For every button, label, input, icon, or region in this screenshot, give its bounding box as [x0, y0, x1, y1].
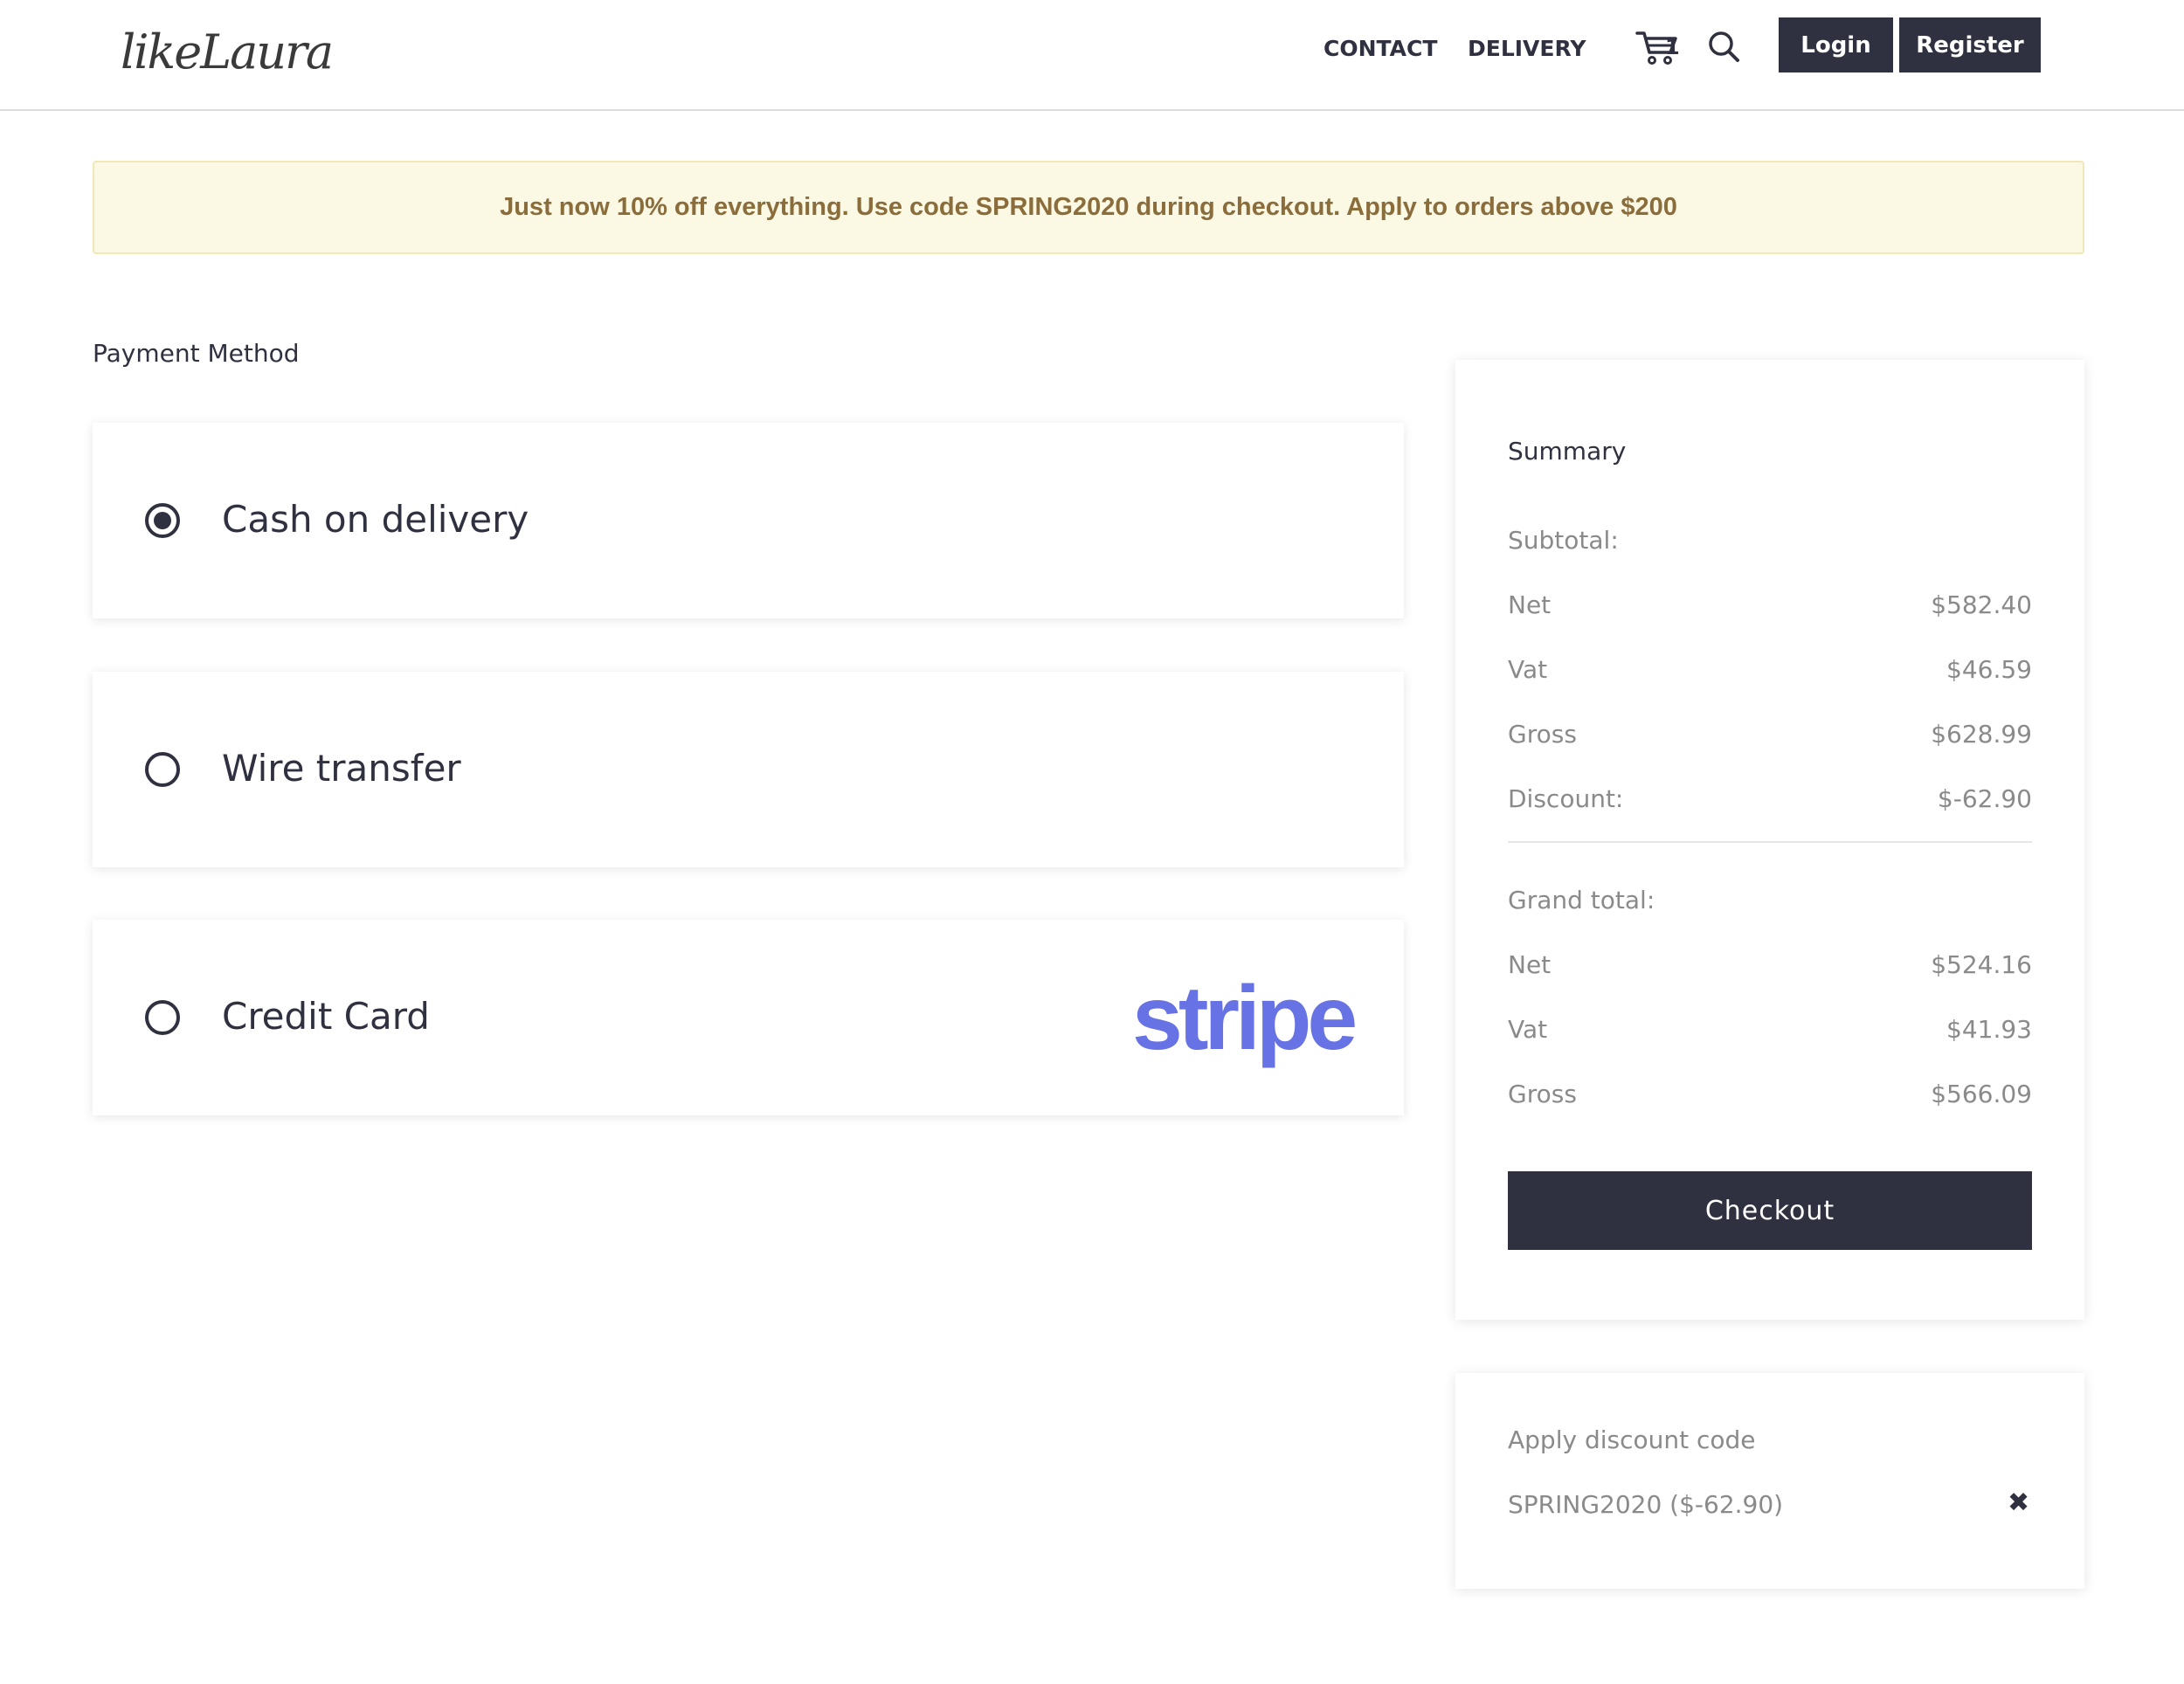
- site-header: likeLaura CONTACT DELIVERY 1 Login Regis…: [0, 0, 2184, 111]
- row-value: $46.59: [1946, 655, 2032, 684]
- applied-discount-code: SPRING2020 ($-62.90): [1508, 1490, 1784, 1519]
- row-label: Net: [1508, 950, 1552, 979]
- row-value: $628.99: [1931, 720, 2032, 749]
- radio-unselected[interactable]: [145, 752, 180, 787]
- row-label: Gross: [1508, 720, 1577, 749]
- payment-option-label: Wire transfer: [222, 747, 461, 790]
- radio-unselected[interactable]: [145, 1000, 180, 1035]
- grand-net-row: Net $524.16: [1508, 950, 2032, 979]
- row-label: Gross: [1508, 1080, 1577, 1108]
- row-label: Vat: [1508, 1015, 1548, 1044]
- grand-gross-row: Gross $566.09: [1508, 1080, 2032, 1108]
- grand-vat-row: Vat $41.93: [1508, 1015, 2032, 1044]
- nav-delivery-link[interactable]: DELIVERY: [1468, 33, 1586, 65]
- row-value: $566.09: [1931, 1080, 2032, 1108]
- discount-title: Apply discount code: [1508, 1425, 1756, 1454]
- payment-option-wire-transfer[interactable]: Wire transfer: [93, 672, 1404, 867]
- search-icon[interactable]: [1707, 30, 1740, 63]
- promo-banner: Just now 10% off everything. Use code SP…: [93, 161, 2084, 254]
- payment-option-credit-card[interactable]: Credit Card stripe: [93, 920, 1404, 1115]
- stripe-logo: stripe: [1132, 968, 1358, 1069]
- row-value: $582.40: [1931, 590, 2032, 619]
- grand-total-heading: Grand total:: [1508, 886, 1655, 914]
- row-value: $-62.90: [1937, 784, 2032, 813]
- summary-title: Summary: [1508, 437, 1627, 466]
- logo[interactable]: likeLaura: [121, 19, 334, 86]
- payment-option-label: Cash on delivery: [222, 498, 529, 541]
- subtotal-heading: Subtotal:: [1508, 526, 1619, 555]
- summary-divider: [1508, 841, 2032, 843]
- subtotal-discount-row: Discount: $-62.90: [1508, 784, 2032, 813]
- row-value: $41.93: [1946, 1015, 2032, 1044]
- subtotal-gross-row: Gross $628.99: [1508, 720, 2032, 749]
- close-icon[interactable]: ✖: [2008, 1488, 2034, 1518]
- row-value: $524.16: [1931, 950, 2032, 979]
- discount-code-card: Apply discount code SPRING2020 ($-62.90)…: [1455, 1373, 2084, 1589]
- row-label: Discount:: [1508, 784, 1624, 813]
- radio-dot: [154, 512, 171, 529]
- cart-count-badge: 1: [1665, 35, 1680, 59]
- payment-method-title: Payment Method: [93, 339, 300, 368]
- radio-selected[interactable]: [145, 503, 180, 538]
- payment-option-label: Credit Card: [222, 995, 430, 1038]
- login-button[interactable]: Login: [1779, 17, 1893, 72]
- subtotal-net-row: Net $582.40: [1508, 590, 2032, 619]
- checkout-button[interactable]: Checkout: [1508, 1171, 2032, 1250]
- order-summary-card: Summary Subtotal: Net $582.40 Vat $46.59…: [1455, 360, 2084, 1320]
- register-button[interactable]: Register: [1899, 17, 2041, 72]
- row-label: Net: [1508, 590, 1552, 619]
- row-label: Vat: [1508, 655, 1548, 684]
- nav-contact-link[interactable]: CONTACT: [1324, 33, 1437, 65]
- subtotal-vat-row: Vat $46.59: [1508, 655, 2032, 684]
- payment-option-cash-on-delivery[interactable]: Cash on delivery: [93, 423, 1404, 618]
